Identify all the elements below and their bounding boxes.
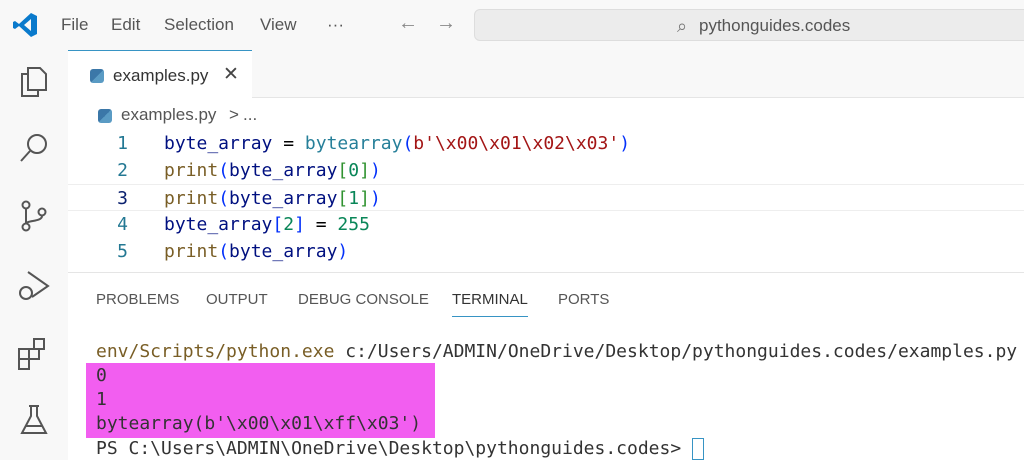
code-line-current: 3 print(byte_array[1])	[68, 184, 1024, 211]
menu-view[interactable]: View	[260, 15, 297, 35]
close-icon[interactable]: ✕	[223, 63, 239, 86]
menu-selection[interactable]: Selection	[164, 15, 234, 35]
python-file-icon	[98, 109, 112, 123]
line-number: 3	[117, 188, 128, 209]
line-number: 4	[117, 214, 128, 235]
extensions-icon[interactable]	[16, 336, 52, 372]
activity-bar	[0, 50, 68, 460]
terminal-exe: env/Scripts/python.exe	[96, 341, 335, 362]
search-text: pythonguides.codes	[699, 16, 851, 35]
tab-output[interactable]: OUTPUT	[206, 291, 268, 308]
explorer-icon[interactable]	[16, 64, 52, 100]
source-control-icon[interactable]	[16, 198, 52, 234]
terminal-args: c:/Users/ADMIN/OneDrive/Desktop/pythongu…	[334, 341, 1018, 362]
code-line: 5 print(byte_array)	[68, 238, 1024, 265]
editor-tabs: examples.py ✕	[68, 50, 1024, 99]
run-debug-icon[interactable]	[16, 268, 52, 304]
code-line: 2 print(byte_array[0])	[68, 157, 1024, 184]
breadcrumb-more[interactable]: ...	[243, 105, 257, 125]
tab-terminal[interactable]: TERMINAL	[452, 291, 528, 317]
terminal-command-line: env/Scripts/python.exe c:/Users/ADMIN/On…	[96, 340, 1017, 364]
menu-file[interactable]: File	[61, 15, 88, 35]
menu-edit[interactable]: Edit	[111, 15, 140, 35]
line-number: 2	[117, 160, 128, 181]
terminal-output-line: bytearray(b'\x00\x01\xff\x03')	[96, 413, 422, 434]
tab-examples-py[interactable]: examples.py ✕	[68, 50, 252, 99]
terminal-prompt[interactable]: PS C:\Users\ADMIN\OneDrive\Desktop\pytho…	[96, 437, 705, 461]
terminal-output-line: 0	[96, 365, 107, 386]
code-text: byte_array[2] = 255	[164, 214, 370, 235]
code-text: byte_array = bytearray(b'\x00\x01\x02\x0…	[164, 133, 631, 154]
search-icon[interactable]	[16, 130, 52, 166]
menu-more[interactable]: ···	[327, 15, 344, 35]
terminal-cursor	[692, 438, 705, 460]
tab-problems[interactable]: PROBLEMS	[96, 291, 179, 308]
tab-debug-console[interactable]: DEBUG CONSOLE	[298, 291, 429, 308]
testing-flask-icon[interactable]	[16, 402, 52, 438]
tab-ports[interactable]: PORTS	[558, 291, 609, 308]
code-line: 4 byte_array[2] = 255	[68, 211, 1024, 238]
line-number: 1	[117, 133, 128, 154]
code-text: print(byte_array)	[164, 241, 349, 262]
code-line: 1 byte_array = bytearray(b'\x00\x01\x02\x…	[68, 130, 1024, 157]
breadcrumb-file[interactable]: examples.py	[121, 105, 216, 125]
vscode-logo-icon	[13, 13, 37, 37]
search-icon: ⌕	[677, 16, 688, 36]
back-arrow-icon[interactable]: ←	[398, 12, 418, 35]
forward-arrow-icon[interactable]: →	[436, 12, 456, 35]
terminal-output-line: 1	[96, 389, 107, 410]
title-bar: File Edit Selection View ··· ← → ⌕ pytho…	[0, 0, 1024, 50]
code-text: print(byte_array[0])	[164, 160, 381, 181]
tab-label: examples.py	[113, 66, 209, 85]
line-number: 5	[117, 241, 128, 262]
command-center-search[interactable]: ⌕ pythonguides.codes	[474, 9, 1024, 41]
python-file-icon	[90, 69, 104, 83]
prompt-text: PS C:\Users\ADMIN\OneDrive\Desktop\pytho…	[96, 438, 693, 459]
code-text: print(byte_array[1])	[164, 188, 381, 209]
breadcrumb-separator: >	[229, 105, 239, 124]
